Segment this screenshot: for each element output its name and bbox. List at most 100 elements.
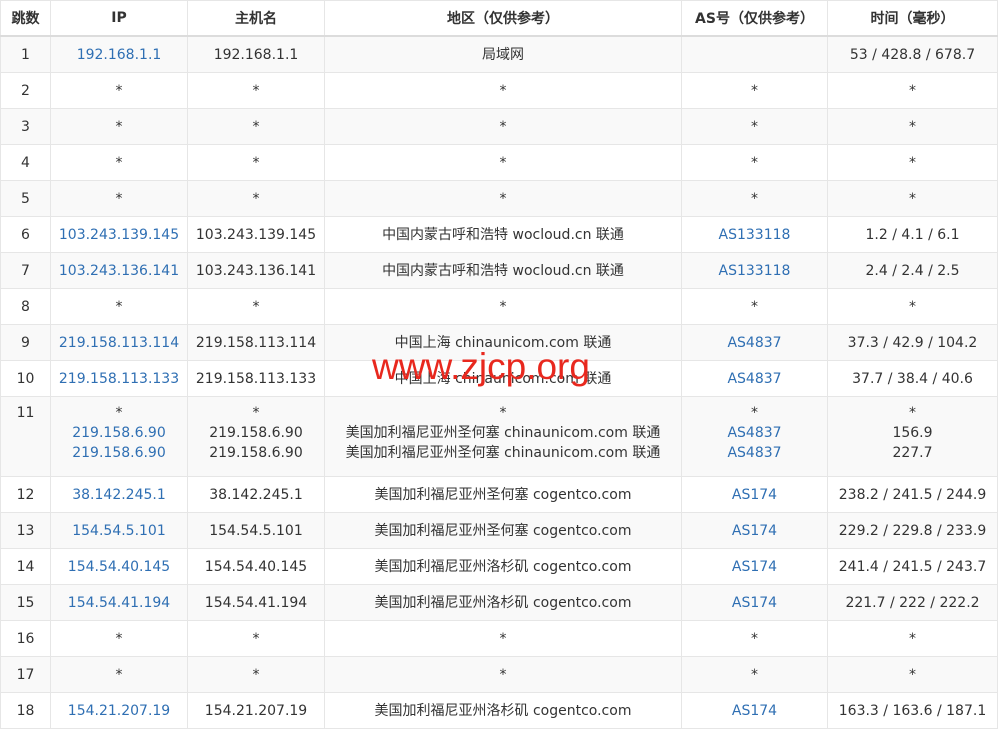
as-number-link[interactable]: AS174 [684,593,825,613]
region-cell: 美国加利福尼亚州圣何塞 cogentco.com [324,476,682,513]
region-text: 美国加利福尼亚州洛杉矶 cogentco.com [374,702,632,719]
ip-address-link[interactable]: 38.142.245.1 [53,485,185,505]
ip-address-link[interactable]: 103.243.139.145 [53,225,185,245]
hop-number: 13 [0,512,51,549]
as-number-link[interactable]: AS4837 [684,369,825,389]
as-number-cell: * [681,144,828,181]
hop-number: 7 [0,252,51,289]
as-number-text: * [751,118,758,135]
hop-number: 9 [0,324,51,361]
region-cell: * [324,656,682,693]
hop-number: 16 [0,620,51,657]
latency-ms-text: 37.7 / 38.4 / 40.6 [852,370,973,387]
hostname-cell: 103.243.139.145 [187,216,325,253]
hostname-text: 154.54.41.194 [204,594,308,611]
as-number-link[interactable]: AS174 [684,485,825,505]
as-number-cell: * [681,620,828,657]
latency-ms-cell: 229.2 / 229.8 / 233.9 [827,512,998,549]
hop-number: 15 [0,584,51,621]
ip-address-link[interactable]: 154.54.5.101 [53,521,185,541]
ip-address-link[interactable]: 219.158.6.90 [53,423,185,443]
as-number-cell: AS174 [681,692,828,729]
ip-address-link[interactable]: 103.243.136.141 [53,261,185,281]
region-text: 局域网 [482,46,524,63]
as-number-cell: AS174 [681,476,828,513]
as-number-link[interactable]: AS174 [684,557,825,577]
ip-address-cell: 154.21.207.19 [50,692,188,729]
as-number-cell: * [681,288,828,325]
as-number-text: * [751,405,758,421]
as-number-link[interactable]: AS174 [684,701,825,721]
ip-address-link[interactable]: 154.54.41.194 [53,593,185,613]
latency-ms-cell: 221.7 / 222 / 222.2 [827,584,998,621]
hop-number: 2 [0,72,51,109]
region-cell: * [324,72,682,109]
hostname-text: 219.158.113.133 [195,370,317,387]
latency-ms-text: * [909,118,916,135]
table-row: 18 154.21.207.19 154.21.207.19 美国加利福尼亚州洛杉矶 … [0,692,998,729]
ip-address-link[interactable]: 219.158.113.114 [53,333,185,353]
latency-ms-cell: * [827,72,998,109]
latency-ms-cell: 238.2 / 241.5 / 244.9 [827,476,998,513]
header-hostname: 主机名 [187,0,325,37]
hostname-text: * [252,190,260,207]
as-number-link[interactable]: AS4837 [684,423,825,443]
hostname-text: * [252,298,260,315]
ip-address-link[interactable]: 219.158.6.90 [53,443,185,463]
table-row: 7 103.243.136.141 103.243.136.141 中国内蒙古呼和浩特… [0,252,998,289]
as-number-link[interactable]: AS4837 [684,333,825,353]
region-cell: 中国上海 chinaunicom.com 联通 [324,360,682,397]
hostname-cell: * [187,180,325,217]
hostname-cell: * [187,72,325,109]
latency-ms-text: * [909,190,916,207]
ip-address-link[interactable]: 154.54.40.145 [53,557,185,577]
ip-address-text: * [115,630,123,647]
ip-address-cell: * [50,72,188,109]
latency-ms-cell: * [827,144,998,181]
region-text: * [499,82,507,99]
ip-address-text: * [115,298,123,315]
as-number-cell: AS133118 [681,252,828,289]
ip-address-link[interactable]: 154.21.207.19 [53,701,185,721]
ip-address-link[interactable]: 219.158.113.133 [53,369,185,389]
hostname-cell: 154.54.41.194 [187,584,325,621]
as-number-text: * [751,298,758,315]
table-header-row: 跳数 IP 主机名 地区（仅供参考） AS号（仅供参考） 时间（毫秒） [0,0,998,37]
table-row: 5 * * * * * [0,180,998,217]
region-cell: 美国加利福尼亚州洛杉矶 cogentco.com [324,584,682,621]
as-number-link[interactable]: AS4837 [684,443,825,463]
as-number-link[interactable]: AS133118 [684,225,825,245]
latency-ms-text: 238.2 / 241.5 / 244.9 [838,486,987,503]
as-number-link[interactable]: AS133118 [684,261,825,281]
region-text: * [499,405,507,421]
hostname-cell: * [187,288,325,325]
region-text: 美国加利福尼亚州洛杉矶 cogentco.com [374,594,632,611]
ip-address-link[interactable]: 192.168.1.1 [53,45,185,65]
region-cell: * [324,180,682,217]
ip-address-cell: * [50,144,188,181]
latency-ms-text: 156.9 [892,425,933,441]
hostname-text: 219.158.113.114 [195,334,317,351]
region-text: * [499,190,507,207]
as-number-cell: AS133118 [681,216,828,253]
region-cell: 中国内蒙古呼和浩特 wocloud.cn 联通 [324,252,682,289]
hop-number: 14 [0,548,51,585]
table-row: 2 * * * * * [0,72,998,109]
latency-ms-cell: 2.4 / 2.4 / 2.5 [827,252,998,289]
ip-address-cell: * [50,620,188,657]
latency-ms-text: * [909,82,916,99]
region-cell: * [324,288,682,325]
as-number-cell: AS174 [681,512,828,549]
ip-address-text: * [115,154,123,171]
table-row: 8 * * * * * [0,288,998,325]
hostname-cell: * [187,108,325,145]
hop-number: 18 [0,692,51,729]
hop-number: 3 [0,108,51,145]
latency-ms-text: * [909,666,916,683]
hostname-cell: 154.54.40.145 [187,548,325,585]
ip-address-cell: 219.158.113.133 [50,360,188,397]
as-number-link[interactable]: AS174 [684,521,825,541]
latency-ms-cell: 37.7 / 38.4 / 40.6 [827,360,998,397]
region-text: * [499,666,507,683]
hostname-text: 219.158.6.90 [209,445,303,461]
